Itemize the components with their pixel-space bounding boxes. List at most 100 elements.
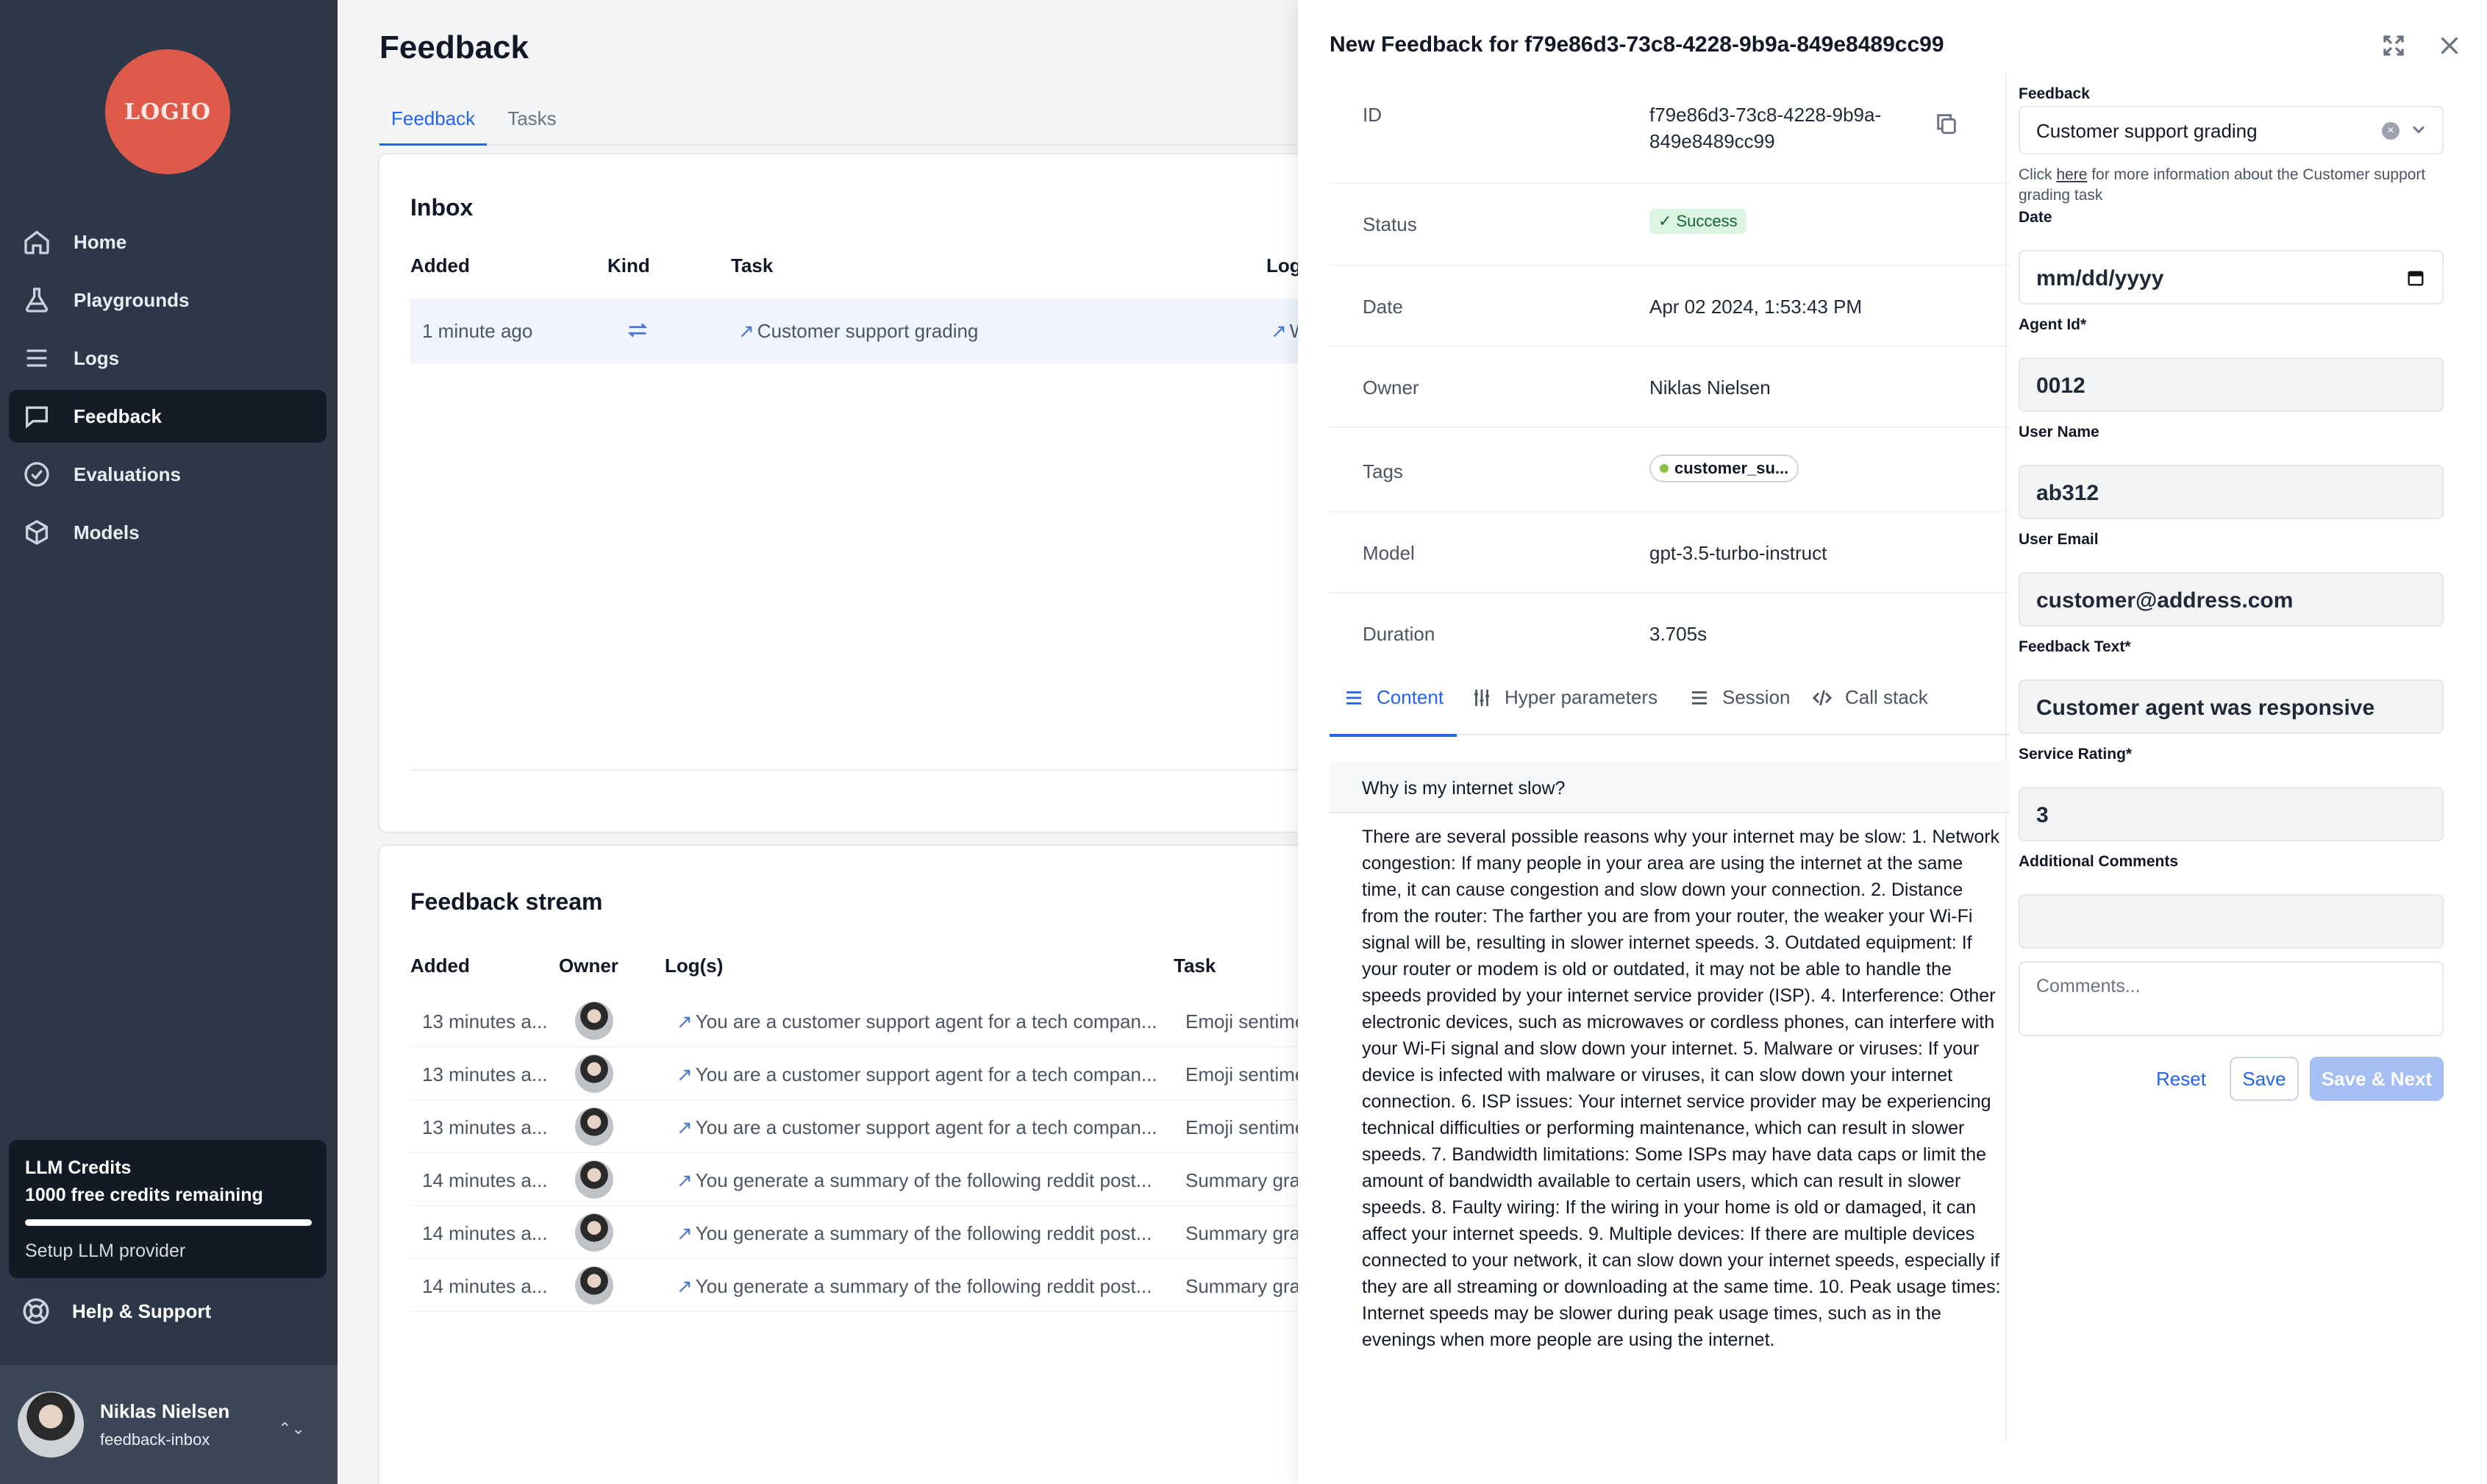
tab-session[interactable]: Session bbox=[1688, 686, 1791, 709]
feedback-stream-title: Feedback stream bbox=[410, 888, 603, 915]
column-header-added: Added bbox=[410, 254, 470, 277]
tab-call-stack[interactable]: Call stack bbox=[1811, 686, 1928, 709]
sidebar-item-feedback[interactable]: Feedback bbox=[9, 390, 327, 443]
code-icon bbox=[1812, 690, 1833, 705]
status-text: Success bbox=[1676, 212, 1738, 230]
sidebar-nav: Home Playgrounds Logs Feedback Evaluatio… bbox=[9, 215, 327, 564]
avatar bbox=[575, 1160, 613, 1199]
row-added: 14 minutes a... bbox=[422, 1169, 548, 1191]
prompt-question: Why is my internet slow? bbox=[1330, 762, 2010, 813]
clear-icon[interactable]: × bbox=[2382, 122, 2399, 140]
save-button[interactable]: Save bbox=[2230, 1057, 2299, 1101]
detail-row-owner: Owner Niklas Nielsen bbox=[1330, 347, 2010, 428]
avatar bbox=[575, 1213, 613, 1252]
lifebuoy-icon bbox=[23, 1298, 49, 1324]
drawer-title: New Feedback for f79e86d3-73c8-4228-9b9a… bbox=[1330, 32, 1944, 57]
sidebar-item-evaluations[interactable]: Evaluations bbox=[9, 448, 327, 501]
credits-remaining: 1000 free credits remaining bbox=[25, 1185, 263, 1205]
row-task: Emoji sentime bbox=[1185, 1063, 1306, 1085]
select-value: Customer support grading bbox=[2036, 120, 2258, 142]
llm-credits-panel: LLM Credits 1000 free credits remaining … bbox=[9, 1140, 327, 1278]
chevron-down-icon bbox=[2413, 126, 2424, 134]
detail-label: Owner bbox=[1363, 377, 1419, 399]
inbox-task-link[interactable]: Customer support grading bbox=[738, 320, 979, 343]
comments-textarea[interactable]: Comments... bbox=[2019, 961, 2444, 1036]
inbox-title: Inbox bbox=[410, 194, 474, 221]
tab-label: Session bbox=[1722, 686, 1791, 708]
feedback-task-select[interactable]: Customer support grading × bbox=[2019, 106, 2444, 154]
tab-feedback[interactable]: Feedback bbox=[379, 103, 488, 146]
completion-text: There are several possible reasons why y… bbox=[1362, 827, 2001, 1350]
detail-label: Status bbox=[1363, 213, 1417, 235]
sidebar-item-models[interactable]: Models bbox=[9, 506, 327, 559]
feedback-text-input[interactable]: Customer agent was responsive bbox=[2019, 679, 2444, 734]
tag-chip[interactable]: customer_su... bbox=[1649, 454, 1799, 482]
help-prefix: Click bbox=[2019, 166, 2057, 183]
home-icon bbox=[24, 230, 49, 254]
column-header-task: Task bbox=[731, 254, 774, 277]
row-task: Summary gra bbox=[1185, 1275, 1301, 1297]
check-icon: ✓ bbox=[1658, 212, 1672, 230]
row-added: 13 minutes a... bbox=[422, 1116, 548, 1138]
logo-text: LOGIO bbox=[124, 99, 211, 125]
inbox-added: 1 minute ago bbox=[422, 320, 533, 342]
detail-label: Tags bbox=[1363, 460, 1403, 482]
help-support-link[interactable]: Help & Support bbox=[21, 1296, 211, 1327]
sidebar-item-label: Logs bbox=[74, 346, 120, 369]
calendar-icon[interactable] bbox=[2405, 268, 2426, 288]
app-logo[interactable]: LOGIO bbox=[105, 49, 230, 174]
row-log-link[interactable]: You are a customer support agent for a t… bbox=[677, 1010, 1157, 1033]
save-next-button[interactable]: Save & Next bbox=[2310, 1057, 2444, 1101]
user-email-input[interactable]: customer@address.com bbox=[2019, 572, 2444, 627]
detail-row-tags: Tags customer_su... bbox=[1330, 428, 2010, 513]
date-input[interactable]: mm/dd/yyyy bbox=[2019, 250, 2444, 304]
agent-id-input[interactable]: 0012 bbox=[2019, 357, 2444, 412]
cube-icon bbox=[26, 520, 48, 545]
new-feedback-drawer: New Feedback for f79e86d3-73c8-4228-9b9a… bbox=[1298, 0, 2487, 1484]
detail-row-model: Model gpt-3.5-turbo-instruct bbox=[1330, 513, 2010, 593]
sliders-icon bbox=[1474, 689, 1489, 706]
detail-row-duration: Duration 3.705s bbox=[1330, 593, 2010, 666]
active-tab-indicator bbox=[1330, 734, 1457, 737]
row-task: Emoji sentime bbox=[1185, 1010, 1306, 1032]
user-name-input[interactable]: ab312 bbox=[2019, 465, 2444, 519]
detail-label: Duration bbox=[1363, 623, 1435, 645]
detail-model: gpt-3.5-turbo-instruct bbox=[1649, 542, 1827, 564]
flask-icon bbox=[25, 288, 49, 313]
close-icon[interactable] bbox=[2436, 32, 2463, 59]
row-added: 14 minutes a... bbox=[422, 1275, 548, 1297]
copy-icon[interactable] bbox=[1934, 111, 1959, 136]
user-email-label: User Email bbox=[2019, 531, 2099, 548]
tab-tasks[interactable]: Tasks bbox=[496, 103, 568, 146]
tab-hyper-parameters[interactable]: Hyper parameters bbox=[1471, 686, 1658, 709]
service-rating-input[interactable]: 3 bbox=[2019, 787, 2444, 841]
additional-comments-input[interactable] bbox=[2019, 894, 2444, 949]
expand-icon[interactable] bbox=[2380, 32, 2407, 59]
row-task: Summary gra bbox=[1185, 1222, 1301, 1244]
detail-duration: 3.705s bbox=[1649, 623, 1708, 645]
row-log-link[interactable]: You generate a summary of the following … bbox=[677, 1169, 1152, 1192]
row-log-link[interactable]: You generate a summary of the following … bbox=[677, 1222, 1152, 1245]
sidebar-item-home[interactable]: Home bbox=[9, 215, 327, 268]
setup-llm-provider-link[interactable]: Setup LLM provider bbox=[25, 1241, 310, 1262]
detail-label: Model bbox=[1363, 542, 1415, 564]
sidebar-item-label: Feedback bbox=[74, 404, 162, 427]
row-log-link[interactable]: You are a customer support agent for a t… bbox=[677, 1116, 1157, 1139]
help-link[interactable]: here bbox=[2056, 166, 2087, 183]
row-log-link[interactable]: You generate a summary of the following … bbox=[677, 1275, 1152, 1298]
avatar bbox=[575, 1107, 613, 1146]
tag-text: customer_su... bbox=[1674, 459, 1789, 477]
row-log-link[interactable]: You are a customer support agent for a t… bbox=[677, 1063, 1157, 1086]
sidebar-item-label: Models bbox=[74, 521, 140, 543]
tab-label: Call stack bbox=[1845, 686, 1928, 708]
reset-button[interactable]: Reset bbox=[2151, 1057, 2211, 1101]
row-added: 13 minutes a... bbox=[422, 1010, 548, 1032]
status-badge: ✓ Success bbox=[1649, 209, 1746, 234]
sidebar-item-playgrounds[interactable]: Playgrounds bbox=[9, 274, 327, 327]
tab-content[interactable]: Content bbox=[1343, 686, 1444, 709]
user-menu[interactable]: Niklas Nielsen feedback-inbox ⌃⌄ bbox=[0, 1365, 338, 1484]
row-added: 14 minutes a... bbox=[422, 1222, 548, 1244]
detail-owner: Niklas Nielsen bbox=[1649, 377, 1771, 399]
sidebar-item-logs[interactable]: Logs bbox=[9, 332, 327, 385]
page-title: Feedback bbox=[379, 29, 529, 65]
